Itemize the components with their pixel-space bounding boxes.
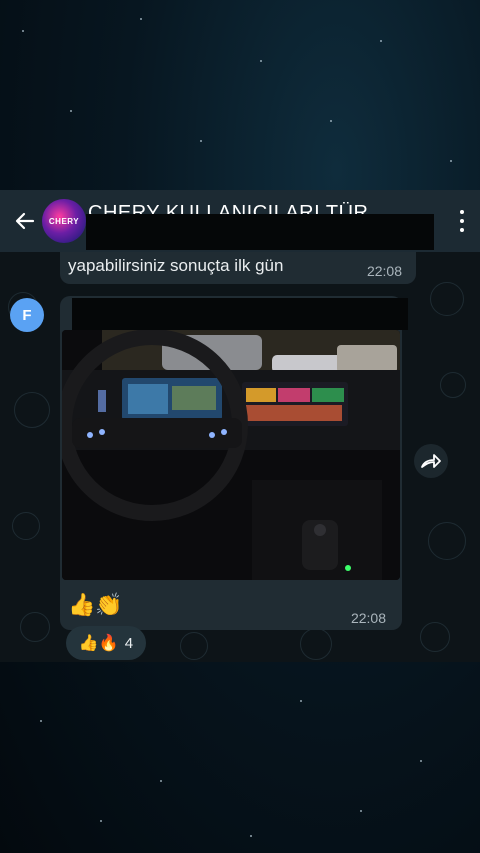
reaction-count: 4	[124, 634, 134, 652]
car-interior-photo[interactable]	[62, 330, 400, 580]
more-vertical-icon[interactable]	[458, 210, 466, 232]
group-avatar-text: CHERY	[48, 216, 80, 226]
reaction-emojis: 👍🔥	[78, 635, 119, 652]
message-time: 22:08	[366, 263, 402, 279]
message-bubble-photo[interactable]: 👍👏 22:08	[60, 296, 408, 630]
message-time: 22:08	[350, 610, 386, 626]
chat-header: CHERY CHERY KULLANICILARI TÜR	[0, 190, 480, 252]
redaction-bar	[86, 214, 434, 250]
reactions-bar[interactable]: 👍🔥 4	[66, 626, 146, 660]
chat-area[interactable]: yapabilirsiniz sonuçta ilk gün 22:08 F 👍…	[0, 252, 480, 662]
forward-button[interactable]	[414, 444, 448, 478]
message-text: yapabilirsiniz sonuçta ilk gün	[68, 256, 284, 275]
inline-reaction: 👍👏	[68, 592, 123, 617]
forward-icon	[421, 454, 441, 468]
redaction-bar	[72, 298, 408, 330]
arrow-left-icon[interactable]	[8, 209, 42, 233]
sender-avatar[interactable]: F	[10, 298, 44, 332]
message-bubble-previous[interactable]: yapabilirsiniz sonuçta ilk gün 22:08	[60, 252, 416, 284]
group-avatar[interactable]: CHERY	[42, 199, 86, 243]
